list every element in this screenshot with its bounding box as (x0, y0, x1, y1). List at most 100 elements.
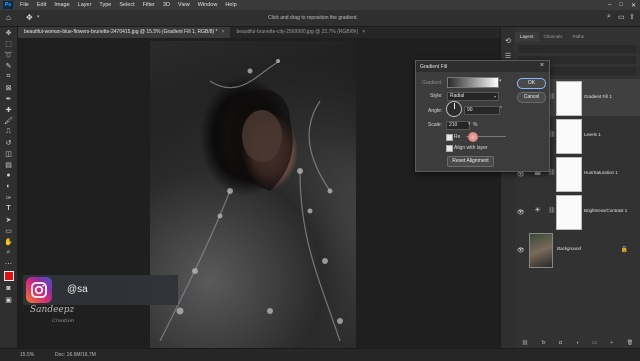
maximize-button[interactable]: □ (619, 2, 623, 8)
scale-dropdown-icon[interactable]: ▾ (468, 121, 471, 127)
style-value: Radial (450, 93, 465, 99)
history-icon[interactable]: ⟲ (501, 33, 515, 48)
layer-filter-bar[interactable] (518, 45, 636, 53)
menu-filter[interactable]: Filter (139, 2, 159, 8)
move-tool-icon[interactable]: ✥ (0, 27, 17, 38)
marquee-tool-icon[interactable]: ⬚ (0, 38, 17, 49)
menu-edit[interactable]: Edit (33, 2, 50, 8)
fx-icon[interactable]: fx (542, 340, 546, 348)
share-icon[interactable]: ⇪ (629, 13, 635, 21)
new-layer-icon[interactable]: + (610, 340, 613, 348)
menu-select[interactable]: Select (115, 2, 138, 8)
clone-stamp-tool-icon[interactable]: ⎍ (0, 126, 17, 137)
quick-select-tool-icon[interactable]: ✎ (0, 60, 17, 71)
screen-mode-icon[interactable]: ▣ (0, 294, 17, 305)
brush-tool-icon[interactable]: 🖌 (0, 115, 17, 126)
tool-preset-dropdown-icon[interactable]: ▾ (37, 14, 40, 20)
dodge-tool-icon[interactable]: ◐ (0, 181, 17, 192)
tab-channels[interactable]: Channels (539, 32, 568, 42)
tab-layers[interactable]: Layers (515, 32, 539, 42)
layer-row[interactable]: 👁 ☀ ⛓ Brightness/Contrast 1 (515, 193, 640, 230)
layer-name[interactable]: Hue/Saturation 1 (584, 170, 618, 175)
tab-document-2[interactable]: beautiful-brunette-city-2569900.jpg @ 22… (230, 27, 371, 38)
healing-brush-tool-icon[interactable]: ✚ (0, 104, 17, 115)
eraser-tool-icon[interactable]: ◫ (0, 148, 17, 159)
layer-name[interactable]: Brightness/Contrast 1 (584, 208, 627, 213)
new-group-icon[interactable]: ▭ (592, 340, 597, 348)
type-tool-icon[interactable]: T (0, 203, 17, 214)
reverse-label: Re (454, 134, 461, 140)
dialog-titlebar[interactable]: Gradient Fill × (416, 61, 549, 72)
zoom-level[interactable]: 15.5% (20, 352, 34, 358)
path-selection-tool-icon[interactable]: ➤ (0, 214, 17, 225)
minimize-button[interactable]: – (608, 2, 611, 8)
document-photo[interactable] (150, 41, 356, 350)
cancel-button[interactable]: Cancel (517, 92, 546, 103)
align-with-layer-checkbox[interactable] (446, 145, 453, 152)
chevron-down-icon: ▾ (493, 94, 496, 99)
menu-3d[interactable]: 3D (159, 2, 174, 8)
close-tab-icon[interactable]: × (222, 29, 225, 35)
angle-input[interactable]: 90 (464, 106, 500, 115)
style-select[interactable]: Radial ▾ (447, 92, 499, 101)
menu-type[interactable]: Type (95, 2, 115, 8)
home-icon[interactable]: ⌂ (6, 13, 11, 22)
reset-alignment-button[interactable]: Reset Alignment (447, 156, 494, 167)
layer-mask-thumbnail[interactable] (556, 81, 582, 116)
crop-tool-icon[interactable]: ⌗ (0, 71, 17, 82)
layer-mask-thumbnail[interactable] (556, 195, 582, 230)
hand-tool-icon[interactable]: ✋ (0, 236, 17, 247)
add-mask-icon[interactable]: ◘ (559, 340, 562, 348)
quick-mask-icon[interactable]: ◙ (0, 283, 17, 294)
angle-dial[interactable] (446, 101, 462, 117)
layer-name[interactable]: Gradient Fill 1 (584, 94, 612, 99)
blur-tool-icon[interactable]: ● (0, 170, 17, 181)
visibility-eye-icon[interactable]: 👁 (517, 247, 525, 254)
more-tools-icon[interactable]: ⋯ (0, 258, 17, 269)
pen-tool-icon[interactable]: ✑ (0, 192, 17, 203)
link-chain-icon[interactable]: ⛓ (548, 207, 556, 214)
layer-mask-thumbnail[interactable] (556, 119, 582, 154)
visibility-eye-icon[interactable]: 👁 (517, 171, 525, 178)
scale-input[interactable]: 210 (446, 121, 470, 130)
gradient-preview[interactable] (447, 77, 499, 88)
background-thumbnail[interactable] (529, 233, 553, 268)
move-tool-icon[interactable]: ✥ (26, 13, 33, 22)
scale-slider-thumb[interactable] (468, 132, 478, 142)
menu-file[interactable]: File (16, 2, 33, 8)
menu-layer[interactable]: Layer (74, 2, 96, 8)
zoom-tool-icon[interactable]: ⌕ (0, 247, 17, 258)
layer-mask-thumbnail[interactable] (556, 157, 582, 192)
link-layers-icon[interactable]: ⛓ (522, 340, 528, 348)
trash-icon[interactable]: 🗑 (627, 340, 633, 348)
gradient-tool-icon[interactable]: ▤ (0, 159, 17, 170)
ok-button[interactable]: OK (517, 78, 546, 89)
toolbox: ✥ ⬚ ➰ ✎ ⌗ ⊠ ✒ ✚ 🖌 ⎍ ↺ ◫ ▤ ● ◐ ✑ T ➤ ▭ ✋ … (0, 27, 18, 347)
lasso-tool-icon[interactable]: ➰ (0, 49, 17, 60)
close-icon[interactable]: × (540, 62, 544, 69)
social-handle-text: @sa (67, 284, 88, 295)
menu-help[interactable]: Help (221, 2, 240, 8)
frame-tool-icon[interactable]: ⊠ (0, 82, 17, 93)
reverse-checkbox[interactable] (446, 134, 453, 141)
layer-name[interactable]: Background (557, 246, 581, 251)
layer-row[interactable]: 👁 Background 🔒 (515, 231, 640, 268)
document-tabs: beautiful-woman-blue-flowers-brunette-24… (18, 27, 500, 38)
search-icon[interactable]: ⌕ (607, 13, 611, 21)
color-swatches-icon[interactable] (0, 269, 17, 283)
workspace-icon[interactable]: ▭ (618, 13, 625, 21)
close-window-button[interactable]: ✕ (631, 2, 636, 9)
visibility-eye-icon[interactable]: 👁 (517, 209, 525, 216)
close-tab-icon[interactable]: × (362, 29, 365, 35)
history-brush-tool-icon[interactable]: ↺ (0, 137, 17, 148)
menu-view[interactable]: View (174, 2, 194, 8)
adjustment-layer-icon[interactable]: ◑ (576, 340, 579, 348)
menu-window[interactable]: Window (194, 2, 222, 8)
eyedropper-tool-icon[interactable]: ✒ (0, 93, 17, 104)
layer-name[interactable]: Levels 1 (584, 132, 601, 137)
menu-image[interactable]: Image (50, 2, 73, 8)
rectangle-tool-icon[interactable]: ▭ (0, 225, 17, 236)
tab-document-1[interactable]: beautiful-woman-blue-flowers-brunette-24… (18, 27, 231, 38)
gradient-dropdown-icon[interactable]: ▾ (499, 78, 502, 84)
tab-paths[interactable]: Paths (568, 32, 590, 42)
